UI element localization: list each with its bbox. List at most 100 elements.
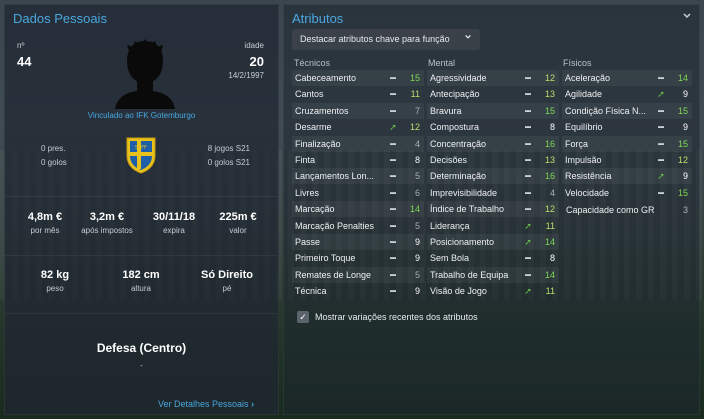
attribute-row[interactable]: Agressividade ▬ 12 — [427, 70, 559, 86]
attribute-name: Equilíbrio — [565, 122, 603, 133]
dash-icon: ▬ — [390, 173, 396, 180]
attribute-row[interactable]: Bravura ▬ 15 — [427, 102, 559, 119]
attributes-panel-title: Atributos — [292, 11, 344, 26]
dash-icon: ▬ — [525, 173, 531, 180]
attribute-row[interactable]: Impulsão ▬ 12 — [562, 152, 692, 168]
attribute-row[interactable]: Lançamentos Lon... ▬ 5 — [292, 168, 424, 185]
weight-value: 82 kg — [40, 269, 70, 281]
attribute-row[interactable]: Desarme ➚ 12 — [292, 119, 424, 135]
attribute-row[interactable]: Visão de Jogo ➚ 11 — [427, 283, 559, 299]
divider — [5, 196, 278, 197]
mental-header: Mental — [428, 58, 456, 68]
attribute-row[interactable]: Primeiro Toque ▬ 9 — [292, 250, 424, 266]
attribute-value: 16 — [544, 171, 555, 182]
contract-expiry-value: 30/11/18 — [152, 211, 196, 223]
attribute-value: 7 — [414, 105, 420, 116]
attribute-row[interactable]: Equilíbrio ▬ 9 — [562, 119, 692, 135]
attribute-row[interactable]: Determinação ▬ 16 — [427, 168, 559, 185]
attribute-row[interactable]: Aceleração ▬ 14 — [562, 70, 692, 86]
attribute-value: 12 — [544, 204, 555, 215]
attribute-name: Finalização — [295, 138, 341, 149]
attribute-row[interactable]: Finalização ▬ 4 — [292, 135, 424, 152]
dash-icon: ▬ — [525, 206, 531, 213]
attribute-row[interactable]: Liderança ➚ 11 — [427, 218, 559, 234]
attribute-name: Marcação Penalties — [295, 220, 375, 231]
dash-icon: ▬ — [390, 206, 396, 213]
attribute-row[interactable]: Imprevisibilidade ▬ 4 — [427, 185, 559, 201]
attribute-name: Trabalho de Equipa — [430, 269, 509, 280]
attribute-row[interactable]: Força ▬ 15 — [562, 135, 692, 152]
attribute-row[interactable]: Resistência ➚ 9 — [562, 168, 692, 185]
dash-icon: ▬ — [658, 124, 664, 131]
personal-panel-title: Dados Pessoais — [13, 11, 107, 26]
attribute-name: Posicionamento — [430, 237, 495, 247]
attribute-row[interactable]: Condição Física N... ▬ 15 — [562, 102, 692, 119]
attribute-row[interactable]: Cruzamentos ▬ 7 — [292, 102, 424, 119]
attribute-value: 15 — [544, 105, 555, 116]
attribute-row[interactable]: Remates de Longe ▬ 5 — [292, 266, 424, 283]
dash-icon: ▬ — [525, 157, 531, 163]
attribute-row[interactable]: Marcação ▬ 14 — [292, 201, 424, 218]
attribute-row[interactable]: Índice de Trabalho ▬ 12 — [427, 201, 559, 218]
attribute-row[interactable]: Finta ▬ 8 — [292, 152, 424, 168]
attribute-name: Livres — [295, 187, 320, 198]
attribute-value: 4 — [414, 138, 420, 149]
attribute-name: Compostura — [430, 122, 480, 133]
attribute-row[interactable]: Agilidade ➚ 9 — [562, 86, 692, 102]
attribute-value: 13 — [544, 89, 555, 100]
attribute-name: Finta — [295, 155, 316, 165]
dash-icon: ▬ — [525, 140, 531, 147]
attribute-name: Lançamentos Lon... — [295, 171, 375, 182]
view-personal-details-link[interactable]: Ver Detalhes Pessoais › — [158, 399, 254, 409]
attribute-row[interactable]: Cantos ▬ 11 — [292, 86, 424, 102]
dropdown-label: Destacar atributos chave para função — [300, 34, 450, 44]
attribute-name: Técnica — [295, 286, 327, 297]
attribute-row[interactable]: Trabalho de Equipa ▬ 14 — [427, 266, 559, 283]
attribute-row[interactable]: Velocidade ▬ 15 — [562, 185, 692, 201]
attribute-name: Cabeceamento — [295, 73, 357, 83]
dash-icon: ▬ — [525, 271, 531, 278]
attribute-row[interactable]: Técnica ▬ 9 — [292, 283, 424, 299]
market-value-label: valor — [229, 226, 247, 235]
attribute-row[interactable]: Decisões ▬ 13 — [427, 152, 559, 168]
attribute-value: 15 — [677, 105, 688, 116]
club-appearances: 0 pres. — [41, 144, 66, 153]
attribute-row[interactable]: Marcação Penalties ▬ 5 — [292, 218, 424, 234]
attribute-value: 8 — [414, 155, 420, 165]
chevron-down-icon[interactable] — [681, 11, 693, 23]
divider — [5, 313, 278, 314]
dash-icon: ▬ — [658, 189, 664, 196]
attribute-row[interactable]: Sem Bola ▬ 8 — [427, 250, 559, 266]
attribute-row[interactable]: Cabeceamento ▬ 15 — [292, 70, 424, 86]
dash-icon: ▬ — [525, 189, 531, 196]
net-wage-label: após impostos — [81, 226, 133, 235]
attribute-row[interactable]: Concentração ▬ 16 — [427, 135, 559, 152]
attribute-value: 5 — [414, 220, 420, 231]
dash-icon: ▬ — [390, 271, 396, 278]
attribute-row[interactable]: Antecipação ▬ 13 — [427, 86, 559, 102]
attribute-row[interactable]: Passe ▬ 9 — [292, 234, 424, 250]
attribute-row[interactable]: Compostura ▬ 8 — [427, 119, 559, 135]
highlight-attributes-dropdown[interactable]: Destacar atributos chave para função — [292, 29, 480, 50]
attribute-name: Aceleração — [565, 73, 611, 83]
dash-icon: ▬ — [525, 75, 531, 81]
dash-icon: ▬ — [658, 157, 664, 163]
club-link[interactable]: Vinculado ao IFK Gotemburgo — [5, 111, 278, 120]
physical-header: Físicos — [563, 58, 592, 68]
attribute-name: Agressividade — [430, 73, 487, 83]
personal-details-panel: Dados Pessoais nº 44 idade 20 14/2/1997 … — [4, 4, 279, 415]
player-silhouette-avatar — [115, 39, 175, 109]
attribute-row[interactable]: Livres ▬ 6 — [292, 185, 424, 201]
show-recent-changes-checkbox[interactable]: ✓ — [297, 311, 309, 323]
birth-date: 14/2/1997 — [228, 71, 264, 80]
arrow-up-icon: ➚ — [657, 171, 665, 182]
attribute-name: Impulsão — [565, 155, 602, 165]
attribute-value: 9 — [414, 286, 420, 297]
attribute-row[interactable]: Posicionamento ➚ 14 — [427, 234, 559, 250]
goalkeeper-ability-row: Capacidade como GR 3 — [562, 202, 692, 218]
attribute-name: Passe — [295, 237, 321, 247]
number-label: nº — [17, 41, 25, 50]
wage-value: 4,8m € — [27, 211, 63, 223]
attribute-value: 9 — [414, 237, 420, 247]
dash-icon: ▬ — [390, 157, 396, 163]
